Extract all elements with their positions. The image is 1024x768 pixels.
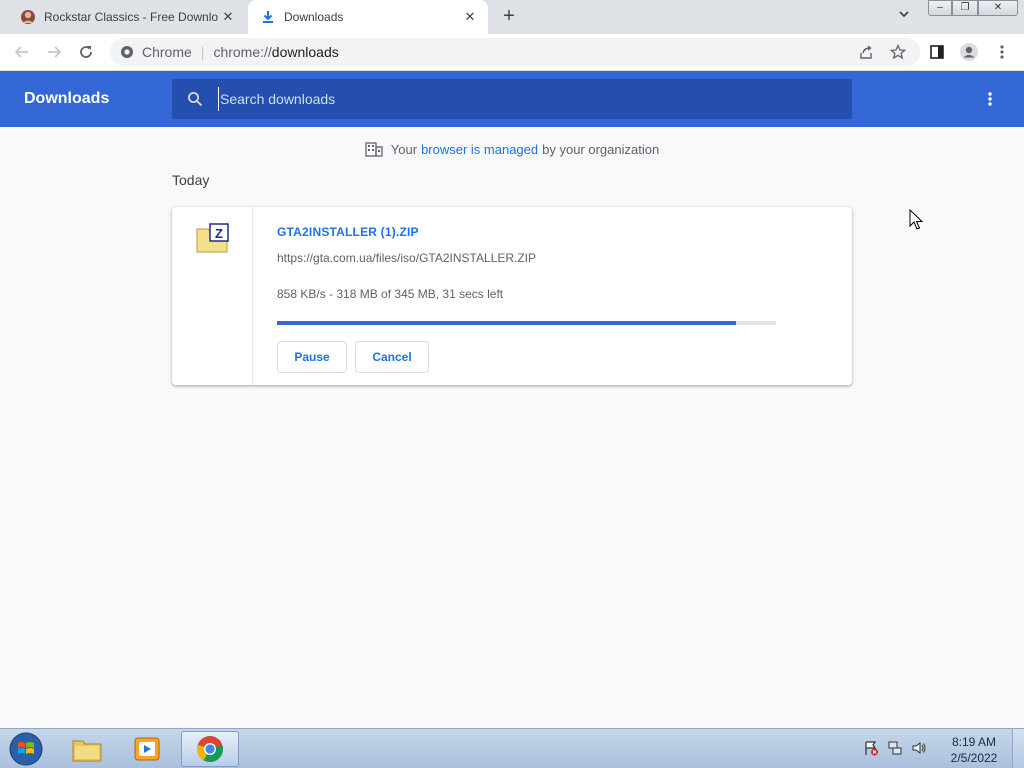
tab-strip: Rockstar Classics - Free Downloa ✕ Downl… — [0, 0, 1024, 34]
download-status-text: 858 KB/s - 318 MB of 345 MB, 31 secs lef… — [277, 287, 504, 301]
action-center-flag-icon[interactable] — [862, 739, 880, 757]
managed-browser-link[interactable]: browser is managed — [421, 142, 538, 157]
window-close-button[interactable]: ✕ — [978, 0, 1018, 16]
tab-downloads[interactable]: Downloads ✕ — [248, 0, 488, 34]
cancel-button[interactable]: Cancel — [355, 341, 429, 373]
url-scheme: chrome:// — [213, 44, 272, 60]
tab-rockstar-classics[interactable]: Rockstar Classics - Free Downloa ✕ — [8, 0, 246, 34]
clock-date: 2/5/2022 — [950, 751, 998, 765]
download-icon — [260, 9, 276, 25]
window-restore-button[interactable]: ❐ — [952, 0, 978, 16]
download-item-card: Z GTA2INSTALLER (1).ZIP https://gta.com.… — [172, 207, 852, 385]
downloads-menu-kebab-icon[interactable] — [980, 89, 1000, 109]
chrome-site-icon — [120, 45, 134, 59]
browser-toolbar: Chrome | chrome:// downloads — [0, 34, 1024, 71]
tab-title: Rockstar Classics - Free Downloa — [44, 10, 218, 24]
downloads-search-box[interactable] — [172, 79, 852, 119]
new-tab-plus-icon[interactable]: + — [498, 6, 520, 28]
zip-archive-icon: Z — [196, 223, 230, 253]
address-bar[interactable]: Chrome | chrome:// downloads — [110, 38, 920, 66]
tab-close-icon[interactable]: ✕ — [460, 7, 480, 27]
profile-avatar-icon[interactable] — [959, 42, 979, 62]
windows-taskbar: 8:19 AM 2/5/2022 — [0, 728, 1024, 768]
media-player-icon[interactable] — [118, 731, 176, 767]
rockstar-avatar-icon — [20, 9, 36, 25]
window-minimize-button[interactable]: – — [928, 0, 952, 16]
windows-explorer-icon[interactable] — [58, 731, 116, 767]
download-progress-fill — [277, 321, 737, 325]
search-icon — [186, 90, 204, 108]
back-arrow-icon[interactable] — [10, 40, 34, 64]
tab-close-icon[interactable]: ✕ — [218, 7, 238, 27]
start-button[interactable] — [6, 730, 46, 768]
url-host: downloads — [271, 44, 339, 60]
pause-button[interactable]: Pause — [277, 341, 347, 373]
tab-title: Downloads — [284, 10, 344, 24]
svg-text:Z: Z — [215, 226, 223, 241]
side-panel-icon[interactable] — [927, 42, 947, 62]
chrome-menu-kebab-icon[interactable] — [992, 42, 1012, 62]
download-source-url[interactable]: https://gta.com.ua/files/iso/GTA2INSTALL… — [277, 251, 536, 265]
file-icon-column: Z — [172, 207, 253, 385]
download-progress-bar — [277, 321, 776, 325]
download-file-name-link[interactable]: GTA2INSTALLER (1).ZIP — [277, 225, 419, 239]
managed-suffix: by your organization — [542, 141, 660, 157]
downloads-header: Downloads — [0, 71, 1024, 127]
bookmark-star-icon[interactable] — [888, 42, 908, 62]
forward-arrow-icon[interactable] — [42, 40, 66, 64]
taskbar-clock[interactable]: 8:19 AM 2/5/2022 — [944, 734, 1004, 766]
reload-icon[interactable] — [74, 40, 98, 64]
share-icon[interactable] — [856, 42, 876, 62]
mouse-cursor-icon — [909, 208, 924, 231]
volume-speaker-icon[interactable] — [910, 739, 928, 757]
building-icon — [365, 140, 383, 158]
site-chip-label: Chrome — [142, 44, 192, 60]
page-title: Downloads — [24, 90, 110, 107]
chrome-icon[interactable] — [181, 731, 239, 767]
search-input[interactable] — [218, 87, 852, 111]
network-icon[interactable] — [886, 739, 904, 757]
clock-time: 8:19 AM — [951, 735, 997, 749]
system-tray — [862, 739, 928, 757]
managed-prefix: Your — [390, 141, 418, 157]
managed-browser-notice: Your browser is managed by your organiza… — [0, 140, 1024, 158]
show-desktop-button[interactable] — [1012, 729, 1024, 768]
omnibox-separator: | — [200, 44, 205, 60]
date-section-label: Today — [172, 172, 210, 188]
tab-search-chevron-icon[interactable] — [894, 8, 914, 26]
